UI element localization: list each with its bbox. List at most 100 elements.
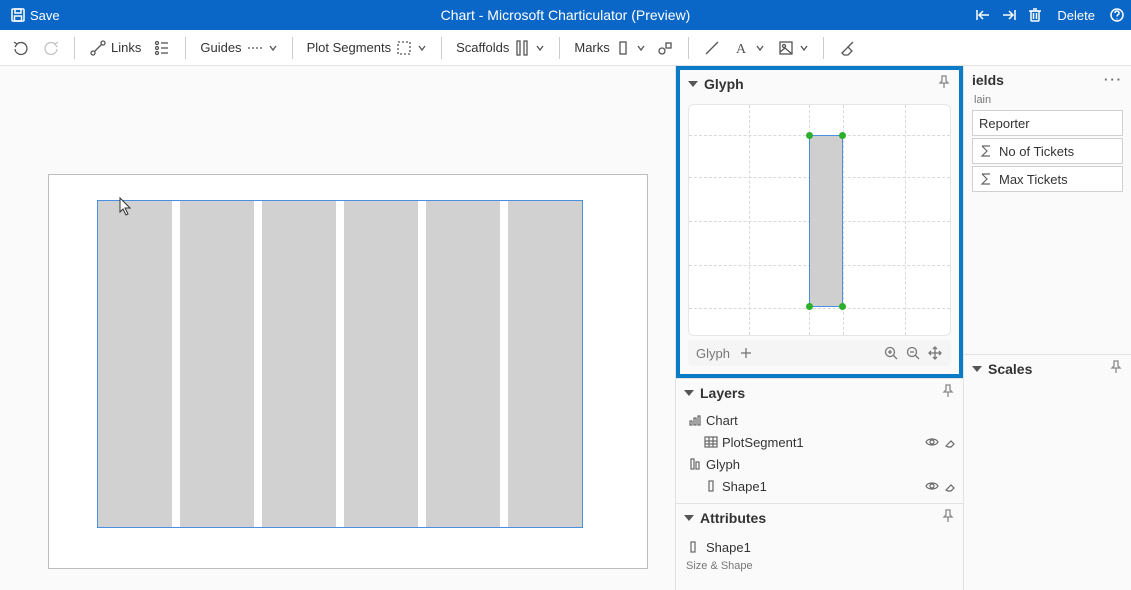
glyph-panel-title: Glyph: [704, 76, 744, 92]
undo-button[interactable]: [8, 34, 34, 62]
glyph-shape[interactable]: [809, 135, 843, 307]
layers-header[interactable]: Layers: [676, 379, 963, 407]
sigma-icon: [979, 144, 993, 158]
workspace: Glyph: [0, 66, 1131, 590]
scaffolds-label: Scaffolds: [456, 40, 509, 55]
glyph-panel-header[interactable]: Glyph: [680, 70, 959, 98]
glyph-instance[interactable]: [262, 201, 336, 527]
erase-icon[interactable]: [943, 479, 957, 493]
region-icon: [395, 39, 413, 57]
chevron-down-icon: [799, 43, 809, 53]
pin-icon[interactable]: [1109, 360, 1123, 377]
glyph-instance[interactable]: [426, 201, 500, 527]
field-max-tickets[interactable]: Max Tickets: [972, 166, 1123, 192]
zoom-in-icon[interactable]: [883, 345, 899, 361]
chevron-down-icon: [268, 43, 278, 53]
zoom-out-icon[interactable]: [905, 345, 921, 361]
glyph-instance[interactable]: [508, 201, 582, 527]
layers-panel: Layers Chart PlotSegment1: [676, 378, 963, 503]
glyph-editor[interactable]: [688, 104, 951, 336]
add-glyph-button[interactable]: [738, 345, 754, 361]
links-tool[interactable]: Links: [85, 34, 145, 62]
field-label: Reporter: [979, 116, 1030, 131]
eraser-tool[interactable]: [834, 34, 860, 62]
glyph-instance[interactable]: [344, 201, 418, 527]
ribbon-toolbar: Links Guides Plot Segments Scaffolds Mar…: [0, 30, 1131, 66]
line-tool[interactable]: [699, 34, 725, 62]
delete-label: Delete: [1057, 8, 1095, 23]
visibility-icon[interactable]: [925, 435, 939, 449]
eraser-icon: [838, 39, 856, 57]
undo-icon: [12, 39, 30, 57]
plot-segments-tool[interactable]: Plot Segments: [303, 34, 432, 62]
visibility-icon[interactable]: [925, 479, 939, 493]
glyph-instance[interactable]: [180, 201, 254, 527]
fields-header[interactable]: ields ···: [964, 66, 1131, 94]
chevron-down-icon: [755, 43, 765, 53]
chevron-down-icon: [636, 43, 646, 53]
layers-tree: Chart PlotSegment1 Glyph: [676, 407, 963, 503]
text-tool[interactable]: A: [729, 34, 769, 62]
delete-button[interactable]: Delete: [1053, 0, 1099, 30]
fields-panel: ields ··· lain Reporter No of Tickets Ma…: [964, 66, 1131, 194]
image-icon: [777, 39, 795, 57]
field-reporter[interactable]: Reporter: [972, 110, 1123, 136]
plot-segment[interactable]: [97, 200, 583, 528]
arrow-collapse-left-icon[interactable]: [975, 7, 991, 23]
legend-tool[interactable]: [149, 34, 175, 62]
layer-glyph-label: Glyph: [706, 457, 957, 472]
resize-handle[interactable]: [839, 132, 846, 139]
links-label: Links: [111, 40, 141, 55]
field-no-of-tickets[interactable]: No of Tickets: [972, 138, 1123, 164]
layer-glyph[interactable]: Glyph: [682, 453, 957, 475]
save-button[interactable]: Save: [6, 0, 64, 30]
chart-canvas[interactable]: [0, 66, 675, 590]
pin-icon[interactable]: [941, 384, 955, 401]
scaffold-vertical-icon: [513, 39, 531, 57]
glyph-panel: Glyph: [676, 66, 963, 378]
shape-icon: [704, 479, 718, 493]
more-icon[interactable]: ···: [1104, 72, 1123, 87]
field-label: No of Tickets: [999, 144, 1074, 159]
glyph-instance[interactable]: [98, 201, 172, 527]
redo-icon: [42, 39, 60, 57]
scales-title: Scales: [988, 361, 1032, 377]
layer-shape-label: Shape1: [722, 479, 921, 494]
resize-handle[interactable]: [806, 303, 813, 310]
scaffolds-tool[interactable]: Scaffolds: [452, 34, 549, 62]
table-icon: [704, 435, 718, 449]
guides-label: Guides: [200, 40, 241, 55]
window-title: Chart - Microsoft Charticulator (Preview…: [0, 7, 1131, 23]
pin-icon[interactable]: [937, 75, 951, 92]
layers-title: Layers: [700, 385, 745, 401]
mark-rect-icon: [614, 39, 632, 57]
links-icon: [89, 39, 107, 57]
marks-tool[interactable]: Marks: [570, 34, 677, 62]
icon-tool[interactable]: [773, 34, 813, 62]
layer-plotsegment1[interactable]: PlotSegment1: [682, 431, 957, 453]
layer-chart[interactable]: Chart: [682, 409, 957, 431]
redo-button[interactable]: [38, 34, 64, 62]
resize-handle[interactable]: [839, 303, 846, 310]
attributes-header[interactable]: Attributes: [676, 504, 963, 532]
arrow-expand-right-icon[interactable]: [1001, 7, 1017, 23]
erase-icon[interactable]: [943, 435, 957, 449]
fields-title: ields: [972, 72, 1004, 88]
plot-segments-label: Plot Segments: [307, 40, 392, 55]
fields-source: lain: [964, 94, 1131, 108]
help-icon[interactable]: [1109, 7, 1125, 23]
layer-chart-label: Chart: [706, 413, 957, 428]
chevron-down-icon: [535, 43, 545, 53]
trash-icon[interactable]: [1027, 7, 1043, 23]
resize-handle[interactable]: [806, 132, 813, 139]
guides-tool[interactable]: Guides: [196, 34, 281, 62]
layer-shape1[interactable]: Shape1: [682, 475, 957, 497]
marks-label: Marks: [574, 40, 609, 55]
pan-icon[interactable]: [927, 345, 943, 361]
pin-icon[interactable]: [941, 509, 955, 526]
guide-horizontal-icon: [246, 39, 264, 57]
attributes-panel: Attributes Shape1 Size & Shape: [676, 503, 963, 576]
mark-symbol-icon[interactable]: [656, 39, 674, 57]
scales-header[interactable]: Scales: [964, 355, 1131, 383]
sigma-icon: [979, 172, 993, 186]
